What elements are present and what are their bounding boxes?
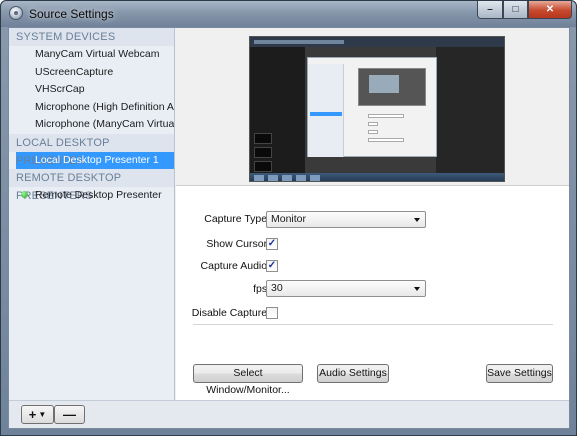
source-settings-window: Source Settings – □ ✕ SYSTEM DEVICES Man… — [0, 0, 577, 436]
show-cursor-checkbox[interactable]: ✓ — [266, 238, 278, 250]
source-item-microphone-hd-audio[interactable]: Microphone (High Definition Aud — [9, 99, 174, 117]
source-item-manycam-webcam[interactable]: ManyCam Virtual Webcam — [9, 46, 174, 64]
select-window-monitor-button[interactable]: Select Window/Monitor... — [193, 364, 303, 396]
capture-type-label: Capture Type: — [204, 213, 270, 225]
check-icon: ✓ — [267, 238, 277, 249]
title-bar[interactable]: Source Settings – □ ✕ — [1, 1, 576, 27]
add-source-button[interactable]: + ▼ — [21, 405, 54, 424]
maximize-icon: □ — [512, 4, 519, 15]
preview-area — [176, 28, 569, 185]
caption-buttons: – □ ✕ — [477, 1, 572, 20]
dropdown-arrow-icon: ▼ — [38, 410, 47, 419]
source-item-vhscrcap[interactable]: VHScrCap — [9, 81, 174, 99]
remove-source-button[interactable]: — — [54, 405, 85, 424]
source-item-local-desktop-presenter-1[interactable]: Local Desktop Presenter 1 — [16, 151, 174, 169]
capture-type-select[interactable]: Monitor — [266, 211, 426, 228]
disable-capture-label: Disable Capture: — [191, 307, 270, 319]
show-cursor-label: Show Cursor: — [206, 238, 270, 250]
capture-audio-checkbox[interactable]: ✓ — [266, 260, 278, 272]
source-item-microphone-manycam[interactable]: Microphone (ManyCam Virtual Mic — [9, 116, 174, 134]
source-item-label: Remote Desktop Presenter — [35, 189, 162, 201]
capture-type-value: Monitor — [271, 213, 307, 225]
plus-icon: + — [28, 407, 37, 422]
capture-preview-image — [249, 36, 505, 182]
audio-settings-button[interactable]: Audio Settings — [317, 364, 389, 383]
window-title: Source Settings — [29, 7, 114, 21]
fps-value: 30 — [271, 282, 283, 294]
disable-capture-checkbox[interactable] — [266, 307, 278, 319]
fps-select[interactable]: 30 — [266, 280, 426, 297]
capture-audio-label: Capture Audio: — [200, 260, 270, 272]
section-header-remote-desktop-presenters: REMOTE DESKTOP PRESENTERS — [9, 169, 174, 202]
minimize-button[interactable]: – — [477, 1, 503, 19]
chevron-down-icon — [414, 218, 420, 222]
section-header-local-desktop-presenter: LOCAL DESKTOP PRESENTER — [9, 133, 174, 167]
close-button[interactable]: ✕ — [528, 1, 572, 19]
fps-label: fps: — [253, 283, 270, 295]
bottom-toolbar: + ▼ — — [9, 400, 569, 428]
minimize-icon: – — [487, 4, 493, 15]
client-area: SYSTEM DEVICES ManyCam Virtual Webcam US… — [8, 27, 570, 429]
source-list: SYSTEM DEVICES ManyCam Virtual Webcam US… — [9, 28, 175, 400]
form-divider — [193, 324, 553, 325]
settings-panel: Capture Type: Monitor Show Cursor: ✓ Cap… — [176, 186, 569, 400]
source-item-uscreencapture[interactable]: UScreenCapture — [9, 64, 174, 82]
status-online-icon — [21, 191, 28, 198]
close-icon: ✕ — [545, 4, 555, 15]
minus-icon: — — [63, 407, 76, 422]
app-icon — [9, 6, 23, 20]
save-settings-button[interactable]: Save Settings — [486, 364, 553, 383]
check-icon: ✓ — [267, 260, 277, 271]
section-header-system-devices: SYSTEM DEVICES — [9, 28, 174, 46]
maximize-button[interactable]: □ — [503, 1, 528, 19]
chevron-down-icon — [414, 287, 420, 291]
